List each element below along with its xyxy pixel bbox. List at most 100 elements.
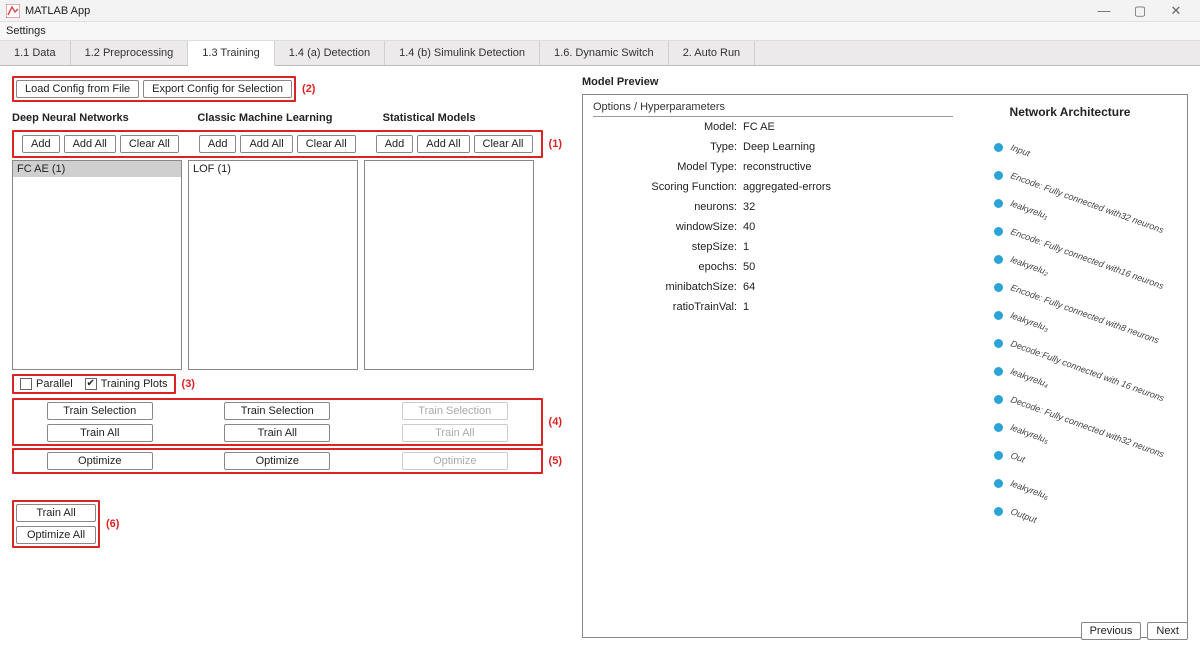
dnn-train-all-button[interactable]: Train All bbox=[47, 424, 153, 442]
network-layers: Input Encode: Fully connected with32 neur… bbox=[970, 133, 1170, 525]
hyper-row: Type:Deep Learning bbox=[593, 137, 953, 157]
hyperparameters-panel: Options / Hyperparameters Model:FC AETyp… bbox=[593, 101, 953, 631]
cml-add-button[interactable]: Add bbox=[199, 135, 237, 153]
global-optimize-all-button[interactable]: Optimize All bbox=[16, 526, 96, 544]
stat-add-button[interactable]: Add bbox=[376, 135, 414, 153]
tab-auto-run[interactable]: 2. Auto Run bbox=[669, 41, 756, 65]
hyper-value: 1 bbox=[743, 241, 749, 253]
load-config-button[interactable]: Load Config from File bbox=[16, 80, 139, 98]
layer-node-icon bbox=[994, 479, 1003, 488]
checkbox-icon bbox=[20, 378, 32, 390]
hyper-value: aggregated-errors bbox=[743, 181, 831, 193]
menu-settings[interactable]: Settings bbox=[6, 25, 46, 37]
hyper-key: epochs: bbox=[593, 261, 743, 273]
hyper-row: stepSize:1 bbox=[593, 237, 953, 257]
dnn-optimize-button[interactable]: Optimize bbox=[47, 452, 153, 470]
layer-row: leakyrelu₅ bbox=[970, 413, 1170, 441]
stat-train-selection-button[interactable]: Train Selection bbox=[402, 402, 508, 420]
dnn-addall-button[interactable]: Add All bbox=[64, 135, 116, 153]
checkbox-icon: ✔ bbox=[85, 378, 97, 390]
cml-optimize-button[interactable]: Optimize bbox=[224, 452, 330, 470]
annotation-1: (1) bbox=[549, 138, 562, 150]
preview-box: Options / Hyperparameters Model:FC AETyp… bbox=[582, 94, 1188, 638]
dnn-add-button[interactable]: Add bbox=[22, 135, 60, 153]
dnn-listbox[interactable]: FC AE (1) bbox=[12, 160, 182, 370]
hyper-key: Model: bbox=[593, 121, 743, 133]
annotation-6: (6) bbox=[106, 518, 119, 530]
layer-row: leakyrelu₃ bbox=[970, 301, 1170, 329]
hyper-row: ratioTrainVal:1 bbox=[593, 297, 953, 317]
cml-listbox[interactable]: LOF (1) bbox=[188, 160, 358, 370]
hyper-value: Deep Learning bbox=[743, 141, 815, 153]
parallel-checkbox[interactable]: Parallel bbox=[20, 378, 73, 390]
trainingplots-checkbox[interactable]: ✔ Training Plots bbox=[85, 378, 168, 390]
dnn-header: Deep Neural Networks bbox=[12, 112, 191, 130]
layer-label: Output bbox=[1009, 506, 1038, 525]
hyper-value: reconstructive bbox=[743, 161, 811, 173]
hyper-value: 1 bbox=[743, 301, 749, 313]
hyper-key: minibatchSize: bbox=[593, 281, 743, 293]
dnn-train-selection-button[interactable]: Train Selection bbox=[47, 402, 153, 420]
layer-node-icon bbox=[994, 199, 1003, 208]
next-button[interactable]: Next bbox=[1147, 622, 1188, 640]
tabstrip: 1.1 Data 1.2 Preprocessing 1.3 Training … bbox=[0, 40, 1200, 66]
stat-clearall-button[interactable]: Clear All bbox=[474, 135, 533, 153]
cml-train-selection-button[interactable]: Train Selection bbox=[224, 402, 330, 420]
tab-training[interactable]: 1.3 Training bbox=[188, 41, 274, 66]
layer-label: Input bbox=[1009, 142, 1031, 158]
app-icon bbox=[6, 4, 20, 18]
hyper-key: Scoring Function: bbox=[593, 181, 743, 193]
list-item[interactable]: FC AE (1) bbox=[13, 161, 181, 177]
titlebar: MATLAB App — ▢ ✕ bbox=[0, 0, 1200, 22]
hyper-row: Scoring Function:aggregated-errors bbox=[593, 177, 953, 197]
export-config-button[interactable]: Export Config for Selection bbox=[143, 80, 292, 98]
cml-clearall-button[interactable]: Clear All bbox=[297, 135, 356, 153]
annotation-5: (5) bbox=[549, 455, 562, 467]
stat-addall-button[interactable]: Add All bbox=[417, 135, 469, 153]
layer-node-icon bbox=[994, 255, 1003, 264]
layer-row: Encode: Fully connected with16 neurons bbox=[970, 217, 1170, 245]
tab-data[interactable]: 1.1 Data bbox=[0, 41, 71, 65]
tab-simulink-detection[interactable]: 1.4 (b) Simulink Detection bbox=[385, 41, 540, 65]
hyper-value: 50 bbox=[743, 261, 755, 273]
config-buttons-box: Load Config from File Export Config for … bbox=[12, 76, 296, 102]
layer-node-icon bbox=[994, 227, 1003, 236]
minimize-button[interactable]: — bbox=[1086, 1, 1122, 21]
layer-row: leakyrelu₄ bbox=[970, 357, 1170, 385]
hyper-value: FC AE bbox=[743, 121, 775, 133]
hyper-key: windowSize: bbox=[593, 221, 743, 233]
layer-row: Encode: Fully connected with8 neurons bbox=[970, 273, 1170, 301]
add-buttons-box: Add Add All Clear All Add Add All Clear … bbox=[12, 130, 543, 158]
stat-train-all-button[interactable]: Train All bbox=[402, 424, 508, 442]
layer-node-icon bbox=[994, 339, 1003, 348]
hyper-row: Model:FC AE bbox=[593, 117, 953, 137]
window-title: MATLAB App bbox=[25, 5, 90, 17]
layer-row: Encode: Fully connected with32 neurons bbox=[970, 161, 1170, 189]
layer-row: Output bbox=[970, 497, 1170, 525]
stat-optimize-button[interactable]: Optimize bbox=[402, 452, 508, 470]
hyper-key: Model Type: bbox=[593, 161, 743, 173]
dnn-clearall-button[interactable]: Clear All bbox=[120, 135, 179, 153]
global-train-all-button[interactable]: Train All bbox=[16, 504, 96, 522]
stat-listbox[interactable] bbox=[364, 160, 534, 370]
close-button[interactable]: ✕ bbox=[1158, 1, 1194, 21]
tab-preprocessing[interactable]: 1.2 Preprocessing bbox=[71, 41, 189, 65]
maximize-button[interactable]: ▢ bbox=[1122, 1, 1158, 21]
layer-label: Out bbox=[1009, 450, 1026, 464]
hyper-row: minibatchSize:64 bbox=[593, 277, 953, 297]
cml-train-all-button[interactable]: Train All bbox=[224, 424, 330, 442]
layer-row: leakyrelu₂ bbox=[970, 245, 1170, 273]
train-box: Train Selection Train Selection Train Se… bbox=[12, 398, 543, 446]
hyper-row: Model Type:reconstructive bbox=[593, 157, 953, 177]
hyper-value: 64 bbox=[743, 281, 755, 293]
layer-row: leakyrelu₆ bbox=[970, 469, 1170, 497]
list-item[interactable]: LOF (1) bbox=[189, 161, 357, 177]
hyper-key: stepSize: bbox=[593, 241, 743, 253]
annotation-4: (4) bbox=[549, 416, 562, 428]
previous-button[interactable]: Previous bbox=[1081, 622, 1142, 640]
tab-detection[interactable]: 1.4 (a) Detection bbox=[275, 41, 385, 65]
cml-header: Classic Machine Learning bbox=[197, 112, 376, 130]
cml-addall-button[interactable]: Add All bbox=[240, 135, 292, 153]
tab-dynamic-switch[interactable]: 1.6. Dynamic Switch bbox=[540, 41, 669, 65]
options-box: Parallel ✔ Training Plots bbox=[12, 374, 176, 394]
